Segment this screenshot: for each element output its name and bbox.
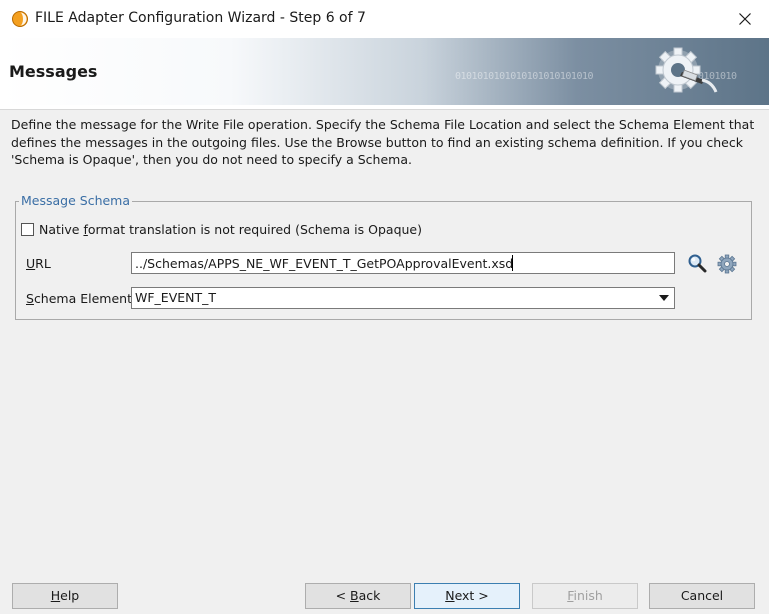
schema-element-label: Schema Element: [26, 291, 132, 306]
schema-opaque-label-post: ormat translation is not required (Schem…: [87, 222, 422, 237]
instructions-line-2: defines the messages in the outgoing fil…: [11, 134, 743, 150]
url-label-mnemonic: U: [26, 256, 36, 271]
chevron-down-icon[interactable]: [659, 295, 669, 301]
magnifier-icon[interactable]: [687, 253, 707, 273]
instructions-text: Define the message for the Write File op…: [11, 116, 756, 169]
url-input[interactable]: [131, 252, 675, 274]
back-button[interactable]: < Back: [305, 583, 411, 609]
next-rest: ext >: [454, 588, 489, 603]
finish-rest: inish: [573, 588, 603, 603]
schema-element-label-rest: chema Element: [33, 291, 132, 306]
schema-opaque-checkbox[interactable]: [21, 223, 34, 236]
window-title: FILE Adapter Configuration Wizard - Step…: [35, 10, 366, 26]
help-rest: elp: [60, 588, 80, 603]
schema-opaque-label-pre: Native: [39, 222, 84, 237]
close-icon: [739, 13, 751, 25]
banner-separator: [0, 105, 769, 110]
wizard-banner: Messages 0101010101010101010101010 01010…: [0, 38, 769, 106]
oracle-adapter-icon: [12, 11, 28, 27]
cancel-button[interactable]: Cancel: [649, 583, 755, 609]
instructions-line-3: 'Schema is Opaque', then you do not need…: [11, 152, 412, 167]
back-rest: ack: [358, 588, 381, 603]
finish-button[interactable]: Finish: [532, 583, 638, 609]
next-mnemonic: N: [445, 588, 455, 603]
back-pre: <: [335, 588, 351, 603]
page-title: Messages: [9, 62, 98, 81]
schema-element-label-mnemonic: S: [26, 291, 34, 306]
help-mnemonic: H: [50, 588, 61, 603]
schema-element-select[interactable]: WF_EVENT_T: [131, 287, 675, 309]
gear-plug-icon: [655, 47, 718, 93]
schema-element-value: WF_EVENT_T: [135, 290, 217, 305]
next-button[interactable]: Next >: [414, 583, 520, 609]
message-schema-legend: Message Schema: [19, 193, 133, 208]
title-bar: FILE Adapter Configuration Wizard - Step…: [0, 0, 769, 39]
instructions-line-1: Define the message for the Write File op…: [11, 117, 755, 132]
schema-opaque-label[interactable]: Native format translation is not require…: [39, 222, 422, 237]
back-mnemonic: B: [350, 588, 359, 603]
help-button[interactable]: Help: [12, 583, 118, 609]
text-caret: [512, 255, 513, 271]
url-label: URL: [26, 256, 51, 271]
close-button[interactable]: [725, 4, 765, 34]
url-label-rest: RL: [35, 256, 51, 271]
gear-icon[interactable]: [717, 254, 737, 274]
